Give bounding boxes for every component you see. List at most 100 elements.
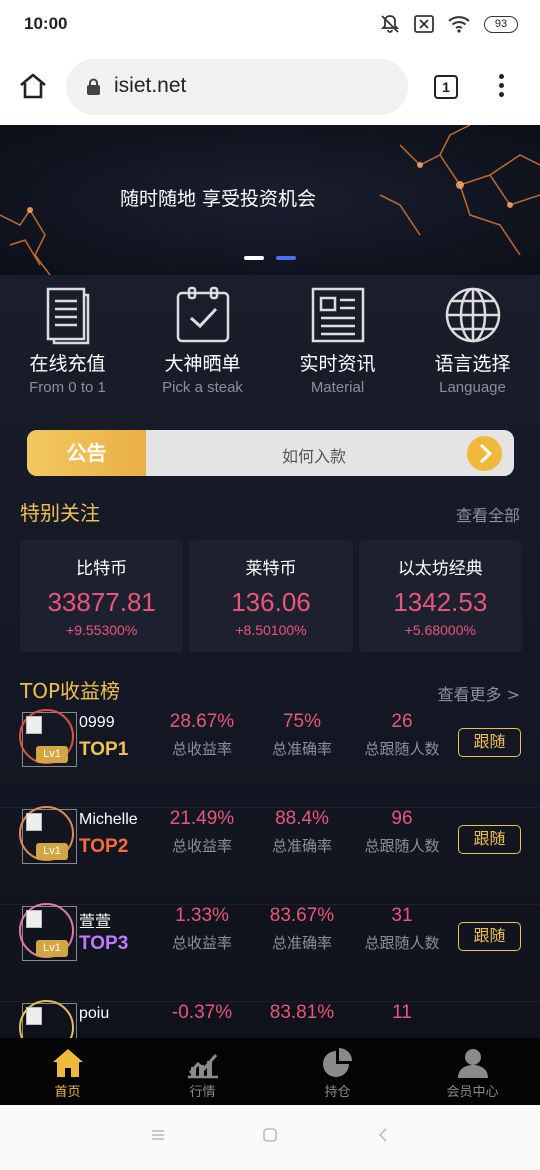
follow-button[interactable]: 跟随 [458, 728, 521, 757]
ranking-list: Lv1 0999 TOP1 28.67% 总收益率 75% 总准确率 26 总跟随人数… [0, 709, 540, 1038]
coin-name: 比特币 [76, 559, 128, 579]
total-profit-value: 21.49% [169, 808, 235, 829]
system-navigation-bar [0, 1105, 540, 1170]
bottom-navigation: 首页 行情 持仓 会员中心 [0, 1038, 540, 1105]
feature-subtitle: Material [310, 379, 365, 396]
tab-switcher-button[interactable]: 1 [434, 75, 458, 99]
ranking-row[interactable]: Lv1 0999 TOP1 28.67% 总收益率 75% 总准确率 26 总跟随人数… [0, 709, 540, 808]
coin-price: 136.06 [231, 587, 311, 617]
user-icon [457, 1049, 488, 1078]
pie-chart-icon [322, 1048, 352, 1077]
trader-rank: TOP3 [79, 933, 129, 954]
total-profit-label: 总收益率 [171, 934, 232, 952]
promo-banner[interactable]: 随时随地 享受投资机会 [0, 125, 540, 275]
trader-name: 0999 [79, 714, 115, 731]
coin-name: 莱特币 [245, 559, 297, 579]
trader-rank: TOP2 [79, 836, 129, 857]
followers-value: 31 [391, 905, 413, 926]
nav-home[interactable]: 首页 [0, 1038, 135, 1105]
status-bar: 10:00 93 [0, 0, 540, 50]
level-badge: Lv1 [36, 940, 68, 957]
ranking-row[interactable]: poiu -0.37% 83.81% 11 [0, 1000, 540, 1038]
coin-change: +5.68000% [404, 622, 476, 638]
top-earnings-title: TOP收益榜 [20, 679, 121, 703]
special-attention-title: 特别关注 [20, 501, 100, 525]
back-icon[interactable] [376, 1127, 392, 1147]
feature-language[interactable]: 语言选择 Language [405, 285, 540, 405]
broken-image-icon [26, 716, 42, 734]
feature-subtitle: From 0 to 1 [29, 379, 106, 396]
coin-price: 1342.53 [393, 587, 488, 617]
coin-card[interactable]: 以太坊经典 1342.53 +5.68000% [358, 540, 522, 652]
watchlist-cards: 比特币 33877.81 +9.55300% 莱特币 136.06 +8.501… [20, 540, 522, 652]
ranking-row[interactable]: Lv1 Michelle TOP2 21.49% 总收益率 88.4% 总准确率 9… [0, 806, 540, 905]
trader-name: poiu [79, 1005, 110, 1022]
feature-recharge[interactable]: 在线充值 From 0 to 1 [0, 285, 135, 405]
address-bar[interactable]: isiet.net [66, 59, 408, 115]
browser-toolbar: isiet.net 1 [0, 50, 540, 125]
feature-subtitle: Pick a steak [162, 379, 243, 396]
nav-positions[interactable]: 持仓 [270, 1038, 405, 1105]
accuracy-value: 83.81% [269, 1002, 335, 1023]
coin-name: 以太坊经典 [397, 559, 483, 579]
nav-market[interactable]: 行情 [135, 1038, 270, 1105]
lock-icon [86, 78, 101, 100]
wifi-icon [448, 15, 470, 33]
home-outline-icon [20, 73, 46, 99]
avatar: Lv1 [19, 903, 77, 961]
close-box-icon [414, 15, 434, 33]
home-button[interactable] [18, 72, 48, 102]
coin-card[interactable]: 比特币 33877.81 +9.55300% [20, 540, 184, 652]
mute-bell-icon [380, 14, 400, 34]
trader-name: Michelle [79, 811, 138, 828]
followers-label: 总跟随人数 [364, 740, 440, 758]
carousel-dot[interactable] [244, 256, 264, 260]
carousel-indicator [244, 256, 296, 260]
level-badge: Lv1 [36, 843, 68, 860]
nav-label: 持仓 [324, 1085, 351, 1100]
battery-icon: 93 [484, 15, 518, 33]
feature-shortcuts: 在线充值 From 0 to 1 大神晒单 Pick a steak 实时资讯 … [0, 285, 540, 405]
feature-title: 大神晒单 [164, 353, 241, 375]
view-all-link[interactable]: 查看全部 [456, 502, 520, 526]
feature-title: 在线充值 [29, 353, 106, 375]
browser-menu-button[interactable] [492, 74, 510, 102]
follow-button[interactable]: 跟随 [458, 825, 521, 854]
status-time: 10:00 [24, 14, 68, 33]
view-more-link[interactable]: 查看更多 > [438, 681, 521, 705]
ranking-row[interactable]: Lv1 萱萱 TOP3 1.33% 总收益率 83.67% 总准确率 31 总跟随人数… [0, 903, 540, 1002]
system-home-icon[interactable] [262, 1127, 278, 1147]
feature-show-orders[interactable]: 大神晒单 Pick a steak [135, 285, 270, 405]
broken-image-icon [26, 1007, 42, 1025]
followers-label: 总跟随人数 [364, 837, 440, 855]
url-text: isiet.net [114, 74, 187, 97]
feature-news[interactable]: 实时资讯 Material [270, 285, 405, 405]
clipboard-check-icon [176, 286, 229, 343]
announcement-bar[interactable]: 公告 如何入款 [27, 430, 514, 476]
accuracy-label: 总准确率 [271, 740, 332, 758]
feature-title: 语言选择 [434, 353, 511, 375]
nav-member[interactable]: 会员中心 [405, 1038, 540, 1105]
recents-icon[interactable] [150, 1127, 166, 1147]
coin-card[interactable]: 莱特币 136.06 +8.50100% [189, 540, 353, 652]
announcement-text[interactable]: 如何入款 [282, 443, 346, 467]
home-icon [52, 1049, 83, 1077]
feature-subtitle: Language [439, 379, 506, 396]
chevron-right-icon[interactable] [467, 436, 502, 471]
followers-value: 26 [391, 711, 413, 732]
announcement-label: 公告 [27, 430, 146, 476]
total-profit-label: 总收益率 [171, 837, 232, 855]
nav-label: 首页 [54, 1085, 81, 1100]
accuracy-label: 总准确率 [271, 837, 332, 855]
follow-button[interactable]: 跟随 [458, 922, 521, 951]
level-badge: Lv1 [36, 746, 68, 763]
banner-text: 随时随地 享受投资机会 [120, 188, 317, 210]
trader-rank: TOP1 [79, 739, 129, 760]
carousel-dot-active[interactable] [276, 256, 296, 260]
avatar: Lv1 [19, 709, 77, 767]
document-icon [46, 287, 89, 345]
accuracy-label: 总准确率 [271, 934, 332, 952]
chart-icon [187, 1054, 218, 1079]
followers-value: 96 [391, 808, 413, 829]
coin-change: +8.50100% [235, 622, 307, 638]
